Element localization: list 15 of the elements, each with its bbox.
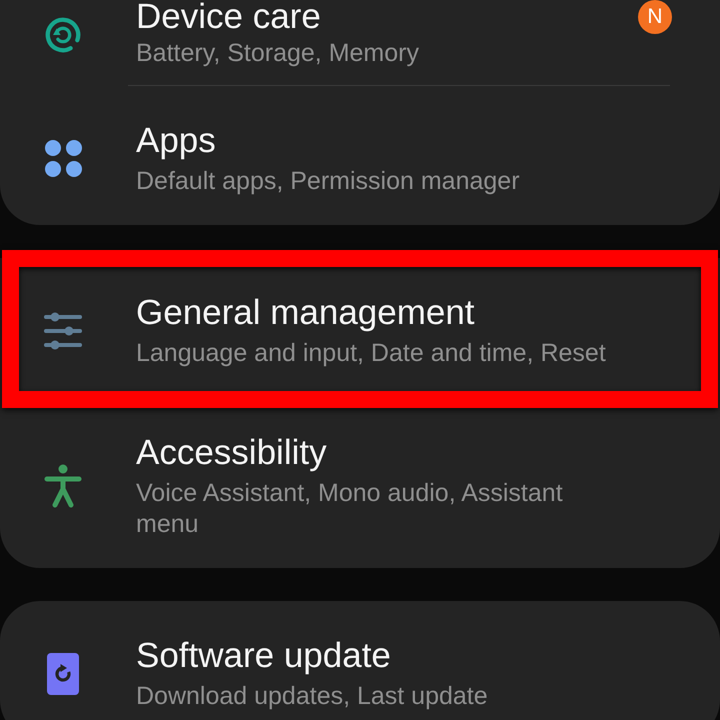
item-title: Software update: [136, 635, 392, 677]
notification-badge: N: [638, 0, 672, 34]
settings-item[interactable]: Accessibility Voice Assistant, Mono audio, Assistant menu: [0, 398, 720, 568]
item-subtitle: Download updates, Last update: [136, 681, 489, 712]
settings-item[interactable]: Software update Download updates, Last update: [0, 601, 720, 720]
item-subtitle: Battery, Storage, Memory: [136, 38, 420, 69]
settings-item[interactable]: Device care Battery, Storage, Memory N: [0, 0, 720, 85]
item-title: Apps: [136, 120, 217, 162]
item-title: Accessibility: [136, 432, 328, 474]
item-subtitle: Voice Assistant, Mono audio, Assistant menu: [136, 478, 564, 540]
item-title: General management: [136, 292, 476, 334]
item-subtitle: Default apps, Permission manager: [136, 166, 521, 197]
settings-item[interactable]: Apps Default apps, Permission manager: [0, 86, 720, 225]
item-subtitle: Language and input, Date and time, Reset: [136, 338, 607, 369]
item-title: Device care: [136, 0, 322, 34]
